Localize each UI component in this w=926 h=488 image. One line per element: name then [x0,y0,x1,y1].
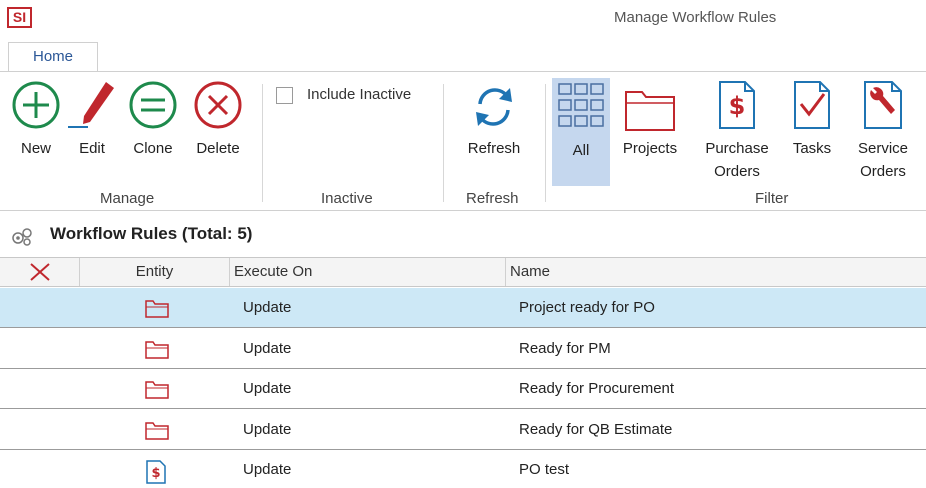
folder-icon [144,378,170,405]
delete-x-circle-icon [194,81,242,129]
column-header-entity[interactable]: Entity [80,258,230,286]
cell-execute-on: Update [243,339,292,357]
filter-projects-button[interactable]: Projects [614,80,686,190]
column-header-execute-on[interactable]: Execute On [230,258,506,286]
group-label-manage: Manage [100,190,155,207]
delete-label: Delete [196,140,240,157]
table-row[interactable]: Update Ready for Procurement [0,369,926,409]
clear-filter-column[interactable] [0,258,80,286]
ribbon-separator [443,84,444,202]
ribbon: New Edit Clone Delete Manage Include Ina… [0,71,926,211]
task-check-icon [794,81,830,129]
cell-execute-on: Update [243,420,292,438]
workflow-gears-icon [12,228,32,246]
filter-purchase-orders-button[interactable]: $ Purchase Orders [694,80,780,190]
ribbon-tabstrip: Home [0,38,926,74]
filter-tasks-label: Tasks [792,140,832,157]
clone-button[interactable]: Clone [124,80,182,190]
filter-service-orders-label-line2: Orders [860,163,906,180]
grid-title: Workflow Rules (Total: 5) [50,224,253,243]
cell-execute-on: Update [243,299,292,316]
include-inactive-label[interactable]: Include Inactive [307,86,411,103]
edit-label: Edit [79,140,105,157]
cell-execute-on: Update [243,461,292,478]
pencil-icon [68,82,114,128]
filter-all-button[interactable]: All [552,78,610,186]
tab-home[interactable]: Home [8,42,98,74]
cell-name: Project ready for PO [519,299,655,316]
new-button[interactable]: New [9,80,63,190]
filter-service-orders-label-line1: Service [857,140,909,157]
svg-text:$: $ [729,92,746,120]
cell-execute-on: Update [243,380,292,397]
wrench-document-icon [864,81,902,129]
plus-circle-icon [12,81,60,129]
filter-purchase-orders-label-line2: Orders [714,163,760,180]
cell-name: Ready for PM [519,339,611,357]
table-row[interactable]: Update Project ready for PO [0,288,926,328]
folder-icon [625,91,675,131]
cell-name: Ready for Procurement [519,380,675,397]
include-inactive-checkbox[interactable] [276,87,293,104]
filter-service-orders-button[interactable]: Service Orders [846,80,920,190]
new-label: New [20,140,51,157]
window-title: Manage Workflow Rules [614,9,777,26]
app-logo: SI [7,7,32,28]
delete-button[interactable]: Delete [188,80,248,190]
group-label-refresh: Refresh [466,190,519,207]
svg-text:$: $ [151,466,160,481]
refresh-label: Refresh [467,140,521,157]
filter-projects-label: Projects [622,140,678,157]
grid-all-icon [558,83,604,127]
column-header-name[interactable]: Name [506,258,926,286]
clone-icon [129,81,177,129]
refresh-icon [476,88,512,126]
purchase-order-icon: $ [719,81,755,129]
group-label-filter: Filter [755,190,789,207]
ribbon-separator [545,84,546,202]
cell-name: Ready for QB Estimate [519,420,673,438]
folder-icon [144,297,170,324]
filter-purchase-orders-label-line1: Purchase [705,140,769,157]
table-row[interactable]: $ Update PO test [0,450,926,488]
ribbon-separator [262,84,263,202]
refresh-button[interactable]: Refresh [460,80,528,190]
edit-button[interactable]: Edit [66,80,118,190]
table-row[interactable]: Update Ready for PM [0,328,926,369]
clone-label: Clone [133,140,173,157]
group-label-inactive: Inactive [321,190,373,207]
purchase-order-icon: $ [144,459,168,488]
grid-column-header: Entity Execute On Name [0,257,926,287]
folder-icon [144,338,170,365]
filter-tasks-button[interactable]: Tasks [784,80,840,190]
title-bar: SI Manage Workflow Rules [0,0,926,34]
cell-name: PO test [519,461,570,478]
table-row[interactable]: Update Ready for QB Estimate [0,409,926,450]
clear-x-icon[interactable] [28,262,52,282]
folder-icon [144,419,170,446]
filter-all-label: All [572,142,590,159]
